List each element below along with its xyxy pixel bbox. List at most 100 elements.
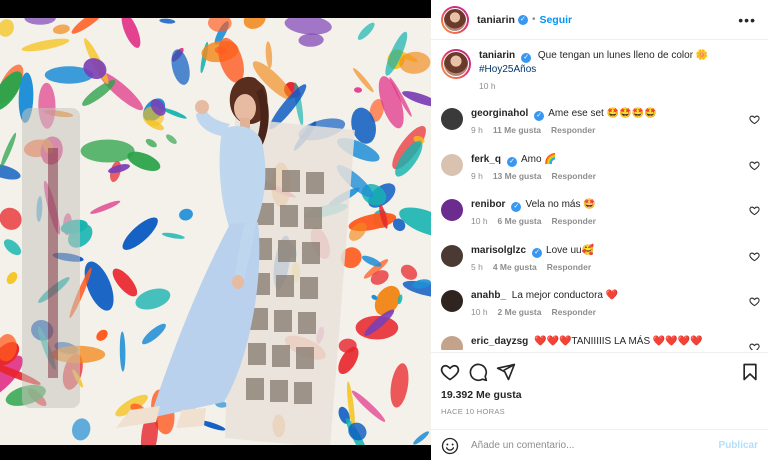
comment-composer: Publicar	[431, 429, 768, 460]
publish-button[interactable]: Publicar	[719, 440, 758, 451]
comment-text-block: marisolglzc ✓ Love uu🥰	[471, 244, 741, 258]
verified-badge-icon: ✓	[521, 53, 532, 63]
comment-time: 9 h	[471, 125, 483, 135]
comment-text-block: renibor ✓ Vela no más 🤩	[471, 198, 741, 212]
paint-splash-photo	[0, 18, 431, 445]
verified-badge-icon: ✓	[517, 14, 528, 25]
likes-count[interactable]: 19.392 Me gusta	[441, 389, 522, 401]
avatar-photo	[443, 51, 469, 77]
reply-button[interactable]: Responder	[551, 307, 595, 317]
comment-body: marisolglzc ✓ Love uu🥰 5 h 4 Me gusta Respond…	[471, 244, 741, 272]
follow-button[interactable]: Seguir	[539, 14, 572, 26]
comment-text-block: anahb_ La mejor conductora ❤️	[471, 289, 741, 303]
comment-text: Love uu🥰	[546, 244, 595, 256]
commenter-avatar[interactable]	[441, 153, 463, 176]
comment-text-block: georginahol ✓ Ame ese set 🤩🤩🤩🤩	[471, 107, 741, 121]
post-sidebar: taniarin ✓ • Seguir ••• taniarin ✓ Que te…	[431, 0, 768, 460]
bookmark-icon[interactable]	[740, 362, 760, 382]
author-avatar[interactable]	[441, 49, 471, 79]
comments-list[interactable]: taniarin ✓ Que tengan un lunes lleno de c…	[431, 41, 768, 350]
commenter-avatar[interactable]	[441, 335, 463, 350]
comment-likes[interactable]: 13 Me gusta	[493, 171, 542, 181]
comment-row: marisolglzc ✓ Love uu🥰 5 h 4 Me gusta Respond…	[431, 244, 768, 272]
separator-dot: •	[531, 14, 536, 25]
post-photo[interactable]	[0, 18, 431, 445]
verified-badge-icon: ✓	[511, 202, 522, 212]
comment-likes[interactable]: 11 Me gusta	[493, 125, 541, 135]
comment-meta: 9 h 13 Me gusta Responder	[471, 171, 741, 181]
comment-username[interactable]: eric_dayzsg	[471, 336, 528, 347]
painted-pillar	[22, 108, 80, 408]
share-icon[interactable]	[496, 362, 516, 382]
comment-time: 10 h	[471, 216, 488, 226]
reply-button[interactable]: Responder	[551, 171, 595, 181]
reply-button[interactable]: Responder	[551, 125, 595, 135]
comment-meta: 10 h 6 Me gusta Responder	[471, 216, 741, 226]
comment-meta: 9 h 11 Me gusta Responder	[471, 125, 741, 135]
comment-text: La mejor conductora ❤️	[511, 290, 619, 301]
comment-meta: 5 h 4 Me gusta Responder	[471, 262, 741, 272]
comment-row: ferk_q ✓ Amo 🌈 9 h 13 Me gusta Responder	[431, 153, 768, 181]
hashtag-link[interactable]: #Hoy25Años	[479, 64, 536, 75]
commenter-avatar[interactable]	[441, 108, 463, 130]
comment-time: 9 h	[471, 170, 483, 181]
comment-input[interactable]	[471, 440, 719, 451]
comment-body: anahb_ La mejor conductora ❤️ 10 h 2 Me gu…	[471, 289, 741, 317]
heart-icon[interactable]	[440, 362, 460, 382]
comment-username[interactable]: georginahol	[471, 108, 528, 119]
caption: taniarin ✓ Que tengan un lunes lleno de c…	[431, 49, 768, 91]
caption-username[interactable]: taniarin	[479, 50, 515, 61]
comment-heart-icon[interactable]	[749, 251, 760, 262]
paint-splatter	[80, 139, 135, 163]
comment-body: georginahol ✓ Ame ese set 🤩🤩🤩🤩 9 h 11 Me gus…	[471, 107, 741, 135]
comment-username[interactable]: anahb_	[471, 290, 506, 301]
comment-username[interactable]: marisolglzc	[471, 245, 526, 256]
comment-time: 5 h	[471, 261, 483, 272]
comment-body: eric_dayzsg ❤️❤️❤️TANIIIIIS LA MÁS ❤️❤️❤…	[471, 335, 741, 351]
comment-username[interactable]: renibor	[471, 199, 505, 210]
comment-meta: 10 h 2 Me gusta Responder	[471, 307, 741, 317]
comment-text-block: eric_dayzsg ❤️❤️❤️TANIIIIIS LA MÁS ❤️❤️❤…	[471, 335, 741, 349]
post-actions: 19.392 Me gusta HACE 10 HORAS Publicar	[431, 352, 768, 460]
verified-badge-icon: ✓	[507, 156, 518, 167]
caption-text-block: taniarin ✓ Que tengan un lunes lleno de c…	[479, 49, 749, 77]
comment-row: georginahol ✓ Ame ese set 🤩🤩🤩🤩 9 h 11 Me gus…	[431, 107, 768, 135]
comment-body: renibor ✓ Vela no más 🤩 10 h 6 Me gusta Respo…	[471, 198, 741, 226]
caption-meta: 10 h	[479, 81, 749, 91]
comment-heart-icon[interactable]	[749, 160, 760, 171]
verified-badge-icon: ✓	[534, 111, 545, 121]
comment-row: eric_dayzsg ❤️❤️❤️TANIIIIIS LA MÁS ❤️❤️❤…	[431, 335, 768, 351]
comment-icon[interactable]	[468, 362, 488, 382]
more-options-icon[interactable]: •••	[738, 12, 756, 28]
caption-text: Que tengan un lunes lleno de color 🌼	[537, 50, 709, 61]
comment-heart-icon[interactable]	[749, 342, 760, 351]
comment-heart-icon[interactable]	[749, 114, 760, 125]
reply-button[interactable]: Responder	[547, 262, 591, 272]
post-header: taniarin ✓ • Seguir •••	[431, 0, 768, 40]
comment-row: anahb_ La mejor conductora ❤️ 10 h 2 Me gu…	[431, 289, 768, 317]
comment-text-block: ferk_q ✓ Amo 🌈	[471, 153, 741, 167]
commenter-avatar[interactable]	[441, 199, 463, 221]
author-username[interactable]: taniarin	[477, 14, 515, 26]
verified-badge-icon: ✓	[532, 247, 543, 258]
comment-text: Amo 🌈	[521, 153, 557, 165]
comment-heart-icon[interactable]	[749, 296, 760, 307]
caption-body: taniarin ✓ Que tengan un lunes lleno de c…	[479, 49, 749, 91]
comment-text: Vela no más 🤩	[525, 199, 596, 210]
reply-button[interactable]: Responder	[551, 216, 595, 226]
comment-likes[interactable]: 6 Me gusta	[498, 216, 542, 226]
commenter-avatar[interactable]	[441, 244, 463, 267]
post-timestamp: HACE 10 HORAS	[441, 407, 505, 416]
comment-time: 10 h	[471, 307, 488, 317]
comment-username[interactable]: ferk_q	[471, 154, 501, 165]
comment-heart-icon[interactable]	[749, 205, 760, 216]
author-avatar[interactable]	[441, 5, 469, 34]
commenter-avatar[interactable]	[441, 290, 463, 312]
comment-body: ferk_q ✓ Amo 🌈 9 h 13 Me gusta Responder	[471, 153, 741, 181]
caption-time: 10 h	[479, 81, 496, 91]
comment-likes[interactable]: 2 Me gusta	[498, 307, 542, 317]
comment-row: renibor ✓ Vela no más 🤩 10 h 6 Me gusta Respo…	[431, 198, 768, 226]
emoji-icon[interactable]	[441, 437, 459, 455]
comment-likes[interactable]: 4 Me gusta	[493, 262, 537, 272]
comment-text: ❤️❤️❤️TANIIIIIS LA MÁS ❤️❤️❤️❤️	[534, 335, 703, 347]
